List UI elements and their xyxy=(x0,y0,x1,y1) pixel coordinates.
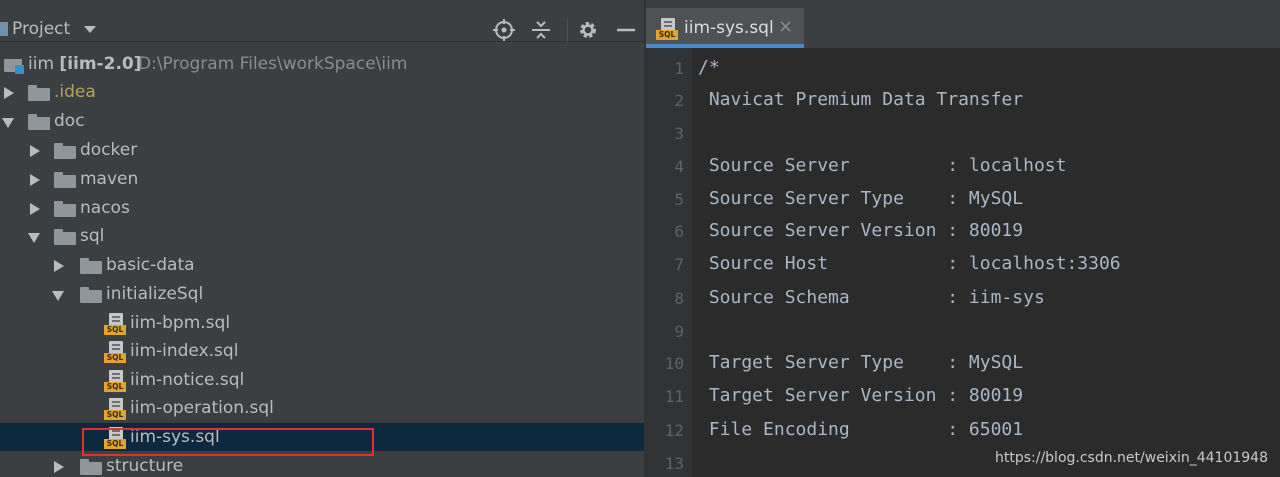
code-line: File Encoding : 65001 xyxy=(698,419,1024,440)
close-tab-icon[interactable]: × xyxy=(778,17,793,37)
tree-item-docker[interactable]: docker xyxy=(0,136,644,164)
expand-arrow-icon[interactable] xyxy=(54,461,64,473)
crosshair-icon[interactable] xyxy=(492,18,516,42)
minimize-icon[interactable] xyxy=(614,18,638,42)
tree-item-label: nacos xyxy=(80,198,130,218)
tab-label: iim-sys.sql xyxy=(684,18,774,38)
line-number: 11 xyxy=(664,387,684,406)
line-number: 7 xyxy=(674,255,684,274)
code-line: Source Schema : iim-sys xyxy=(698,287,1045,308)
project-panel-header: Project xyxy=(0,0,644,42)
line-number: 9 xyxy=(674,322,684,341)
folder-icon xyxy=(28,114,50,130)
editor-tab-bar: SQL iim-sys.sql × xyxy=(646,0,1280,48)
expand-arrow-icon[interactable] xyxy=(54,260,64,272)
code-line: Source Server Version : 80019 xyxy=(698,220,1024,241)
code-line: Target Server Type : MySQL xyxy=(698,352,1024,373)
sql-file-icon: SQL xyxy=(104,398,126,420)
line-number: 8 xyxy=(674,289,684,308)
collapse-arrow-icon[interactable] xyxy=(52,291,64,301)
collapse-arrow-icon[interactable] xyxy=(2,118,14,128)
line-number: 2 xyxy=(674,91,684,110)
tree-item-label: iim-notice.sql xyxy=(130,370,245,390)
line-number: 1 xyxy=(674,59,684,78)
tree-item-label: doc xyxy=(54,111,85,131)
expand-arrow-icon[interactable] xyxy=(30,174,40,186)
tree-item-initializesql[interactable]: initializeSql xyxy=(0,280,644,308)
watermark: https://blog.csdn.net/weixin_44101948 xyxy=(994,450,1268,466)
tree-item-label: .idea xyxy=(54,82,96,102)
view-dropdown-icon[interactable] xyxy=(84,26,96,33)
tree-item-label: structure xyxy=(106,456,184,476)
sql-file-icon: SQL xyxy=(656,18,678,40)
project-view-icon xyxy=(0,22,8,36)
folder-icon xyxy=(80,258,102,274)
tree-item-iim-bpm-sql[interactable]: SQL iim-bpm.sql xyxy=(0,309,644,337)
code-line: /* xyxy=(698,57,720,78)
folder-icon xyxy=(54,229,76,245)
editor-area: SQL iim-sys.sql × 1 /* 2 Navicat Premium D… xyxy=(646,0,1280,477)
tree-item-iim-notice-sql[interactable]: SQL iim-notice.sql xyxy=(0,366,644,394)
sql-file-icon: SQL xyxy=(104,341,126,363)
line-number: 6 xyxy=(674,222,684,241)
code-line: Source Server Type : MySQL xyxy=(698,188,1024,209)
tree-item-basic-data[interactable]: basic-data xyxy=(0,251,644,279)
toolbar-separator xyxy=(567,18,568,42)
folder-icon xyxy=(54,201,76,217)
tree-item-label: docker xyxy=(80,140,138,160)
tree-item-label: iim-operation.sql xyxy=(130,398,274,418)
code-line: Target Server Version : 80019 xyxy=(698,385,1024,406)
tree-item-idea[interactable]: .idea xyxy=(0,78,644,106)
tree-item-maven[interactable]: maven xyxy=(0,165,644,193)
folder-icon xyxy=(80,287,102,303)
tree-item-label: initializeSql xyxy=(106,284,204,304)
folder-icon xyxy=(28,85,50,101)
gear-icon[interactable] xyxy=(576,18,600,42)
line-number: 4 xyxy=(674,157,684,176)
project-view-title[interactable]: Project xyxy=(12,19,70,39)
tree-item-iim-operation-sql[interactable]: SQL iim-operation.sql xyxy=(0,394,644,422)
line-number: 10 xyxy=(664,354,684,373)
folder-icon xyxy=(54,172,76,188)
code-line: Navicat Premium Data Transfer xyxy=(698,89,1024,110)
red-highlight-annotation xyxy=(82,428,374,456)
expand-arrow-icon[interactable] xyxy=(30,145,40,157)
tree-root-iim[interactable]: iim [iim-2.0] D:\Program Files\workSpace… xyxy=(0,50,644,78)
root-name: iim [iim-2.0] xyxy=(28,54,142,74)
code-line: Source Server : localhost xyxy=(698,155,1067,176)
folder-icon xyxy=(54,143,76,159)
tree-item-label: iim-index.sql xyxy=(130,341,239,361)
module-folder-icon xyxy=(4,56,24,74)
root-path: D:\Program Files\workSpace\iim xyxy=(138,54,408,74)
code-line: Source Host : localhost:3306 xyxy=(698,253,1121,274)
line-number: 5 xyxy=(674,190,684,209)
tree-item-label: iim-bpm.sql xyxy=(130,313,231,333)
line-number: 3 xyxy=(674,124,684,143)
tab-iim-sys-sql[interactable]: SQL iim-sys.sql × xyxy=(646,8,804,48)
collapse-arrow-icon[interactable] xyxy=(28,233,40,243)
tree-item-iim-index-sql[interactable]: SQL iim-index.sql xyxy=(0,337,644,365)
collapse-all-icon[interactable] xyxy=(529,18,553,42)
folder-icon xyxy=(80,459,102,475)
project-panel: Project iim [iim-2.0] D:\Program Files\w… xyxy=(0,0,644,477)
expand-arrow-icon[interactable] xyxy=(4,87,14,99)
line-number: 13 xyxy=(664,454,684,473)
sql-file-icon: SQL xyxy=(104,313,126,335)
tree-item-sql[interactable]: sql xyxy=(0,222,644,250)
expand-arrow-icon[interactable] xyxy=(30,203,40,215)
tree-item-nacos[interactable]: nacos xyxy=(0,194,644,222)
tree-item-label: maven xyxy=(80,169,139,189)
tree-item-label: basic-data xyxy=(106,255,195,275)
tree-item-label: sql xyxy=(80,226,105,246)
tree-item-doc[interactable]: doc xyxy=(0,107,644,135)
line-number: 12 xyxy=(664,421,684,440)
sql-file-icon: SQL xyxy=(104,370,126,392)
